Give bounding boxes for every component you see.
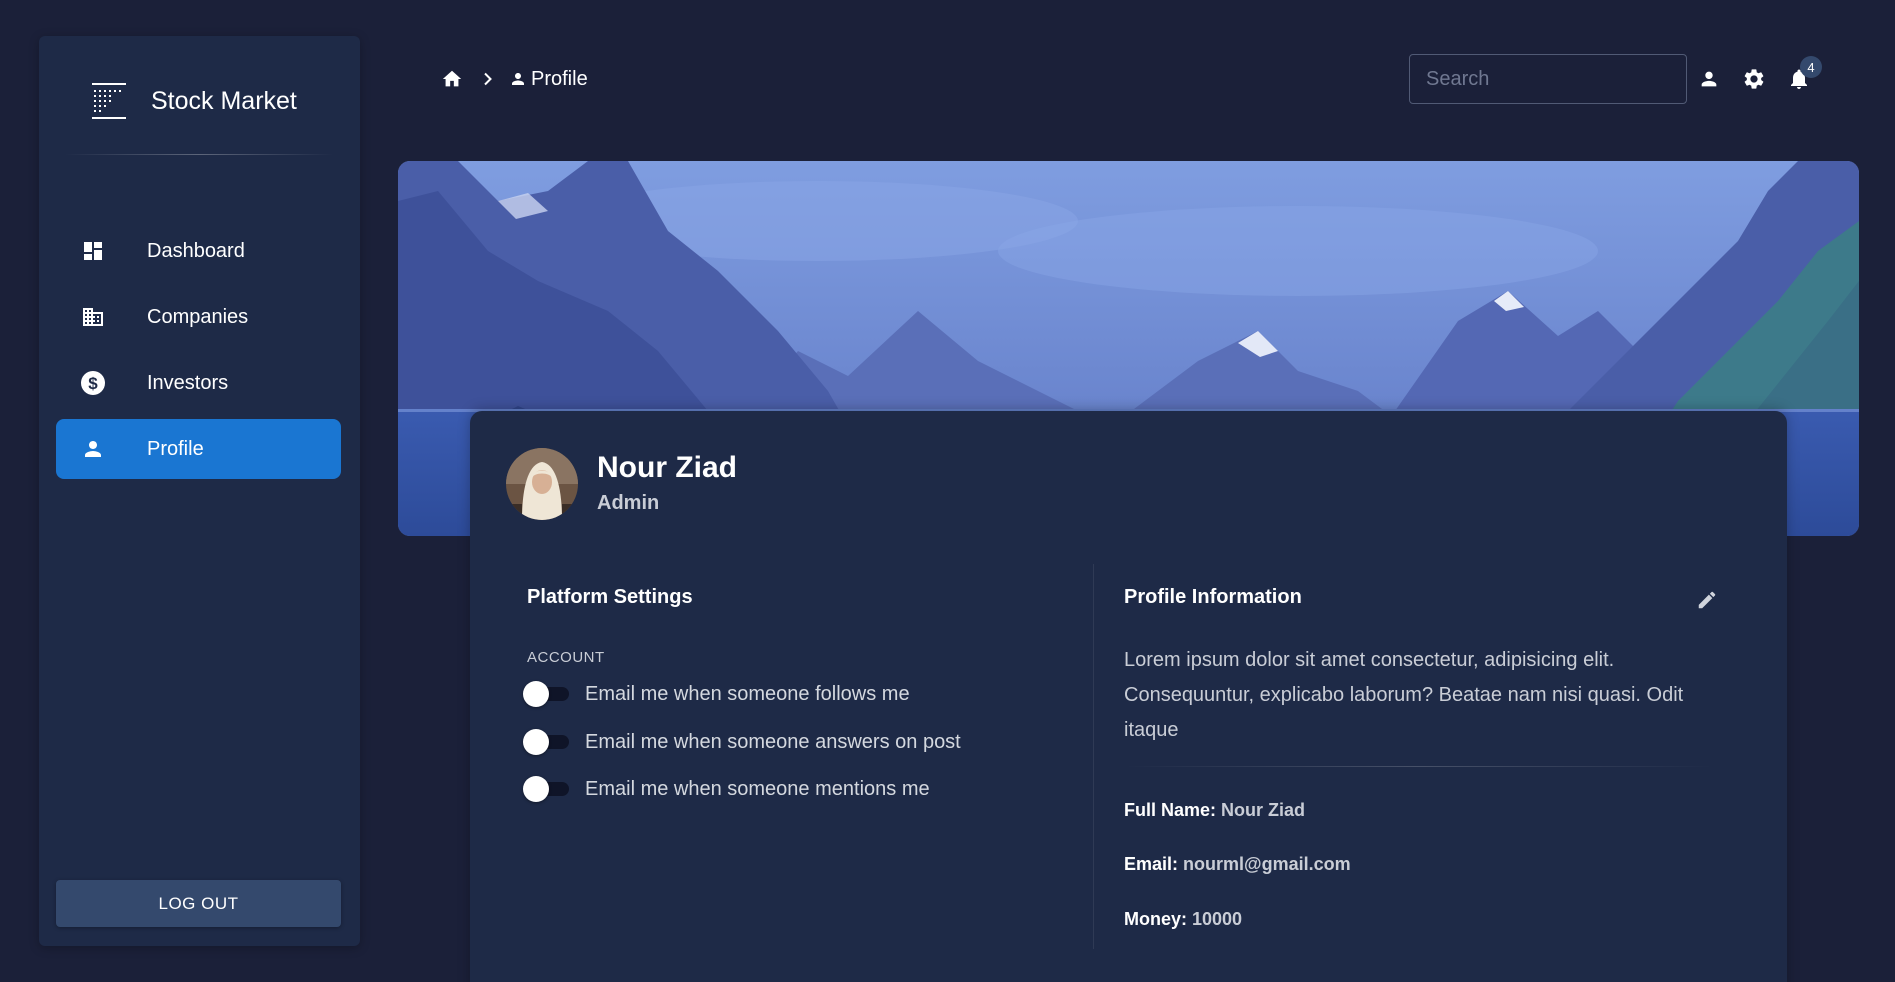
setting-label: Email me when someone mentions me	[585, 777, 930, 800]
setting-row-follows: Email me when someone follows me	[523, 679, 910, 709]
profile-information-title: Profile Information	[1124, 586, 1302, 608]
brand-title: Stock Market	[151, 86, 297, 115]
person-icon	[509, 70, 527, 88]
profile-bio: Lorem ipsum dolor sit amet consectetur, …	[1124, 649, 1684, 741]
avatar	[506, 448, 578, 520]
email-label: Email:	[1124, 854, 1179, 874]
account-section-label: ACCOUNT	[527, 649, 605, 666]
sidebar-item-label: Profile	[147, 437, 204, 460]
account-icon[interactable]	[1696, 66, 1722, 92]
home-icon[interactable]	[441, 68, 463, 90]
profile-name: Nour Ziad	[597, 451, 737, 484]
full-name-label: Full Name:	[1124, 800, 1217, 820]
sidebar-nav: Dashboard Companies $ Investors Profile	[56, 221, 341, 485]
toggle-switch[interactable]	[523, 727, 571, 757]
breadcrumb-current-label: Profile	[531, 67, 588, 90]
grid-chart-icon	[91, 83, 127, 119]
dollar-icon: $	[80, 370, 106, 396]
dashboard-icon	[80, 238, 106, 264]
sidebar: Stock Market Dashboard Companies $ Inves…	[39, 36, 360, 946]
brand[interactable]: Stock Market	[91, 76, 297, 126]
svg-text:$: $	[88, 374, 98, 393]
search-input[interactable]	[1409, 54, 1687, 104]
email-value: nourml@gmail.com	[1183, 854, 1351, 874]
toggle-switch[interactable]	[523, 679, 571, 709]
notification-badge: 4	[1800, 56, 1822, 78]
platform-settings-title: Platform Settings	[527, 586, 693, 608]
breadcrumb: Profile	[441, 66, 588, 92]
money-label: Money:	[1124, 909, 1187, 929]
profile-role: Admin	[597, 492, 660, 514]
profile-card: Nour Ziad Admin Platform Settings ACCOUN…	[470, 411, 1787, 982]
money-value: 10000	[1192, 909, 1243, 929]
sidebar-item-label: Companies	[147, 305, 249, 328]
building-icon	[80, 304, 106, 330]
sidebar-item-dashboard[interactable]: Dashboard	[56, 221, 341, 281]
column-divider	[1093, 564, 1094, 949]
full-name-value: Nour Ziad	[1221, 800, 1306, 820]
sidebar-item-companies[interactable]: Companies	[56, 287, 341, 347]
edit-pencil-icon[interactable]	[1694, 587, 1720, 613]
chevron-right-icon	[481, 72, 495, 86]
sidebar-item-profile[interactable]: Profile	[56, 419, 341, 479]
gear-icon[interactable]	[1741, 66, 1767, 92]
setting-label: Email me when someone follows me	[585, 682, 910, 705]
brand-divider	[65, 154, 334, 155]
email-row: Email: nourml@gmail.com	[1124, 854, 1351, 875]
setting-label: Email me when someone answers on post	[585, 730, 961, 753]
money-row: Money: 10000	[1124, 909, 1242, 930]
full-name-row: Full Name: Nour Ziad	[1124, 800, 1305, 821]
sidebar-item-label: Dashboard	[147, 239, 245, 262]
logout-button[interactable]: LOG OUT	[56, 880, 341, 927]
setting-row-mentions: Email me when someone mentions me	[523, 774, 930, 804]
sidebar-item-investors[interactable]: $ Investors	[56, 353, 341, 413]
breadcrumb-current: Profile	[509, 68, 588, 91]
sidebar-item-label: Investors	[147, 371, 229, 394]
info-divider	[1124, 766, 1714, 767]
setting-row-answers: Email me when someone answers on post	[523, 727, 961, 757]
toggle-switch[interactable]	[523, 774, 571, 804]
person-icon	[80, 436, 106, 462]
